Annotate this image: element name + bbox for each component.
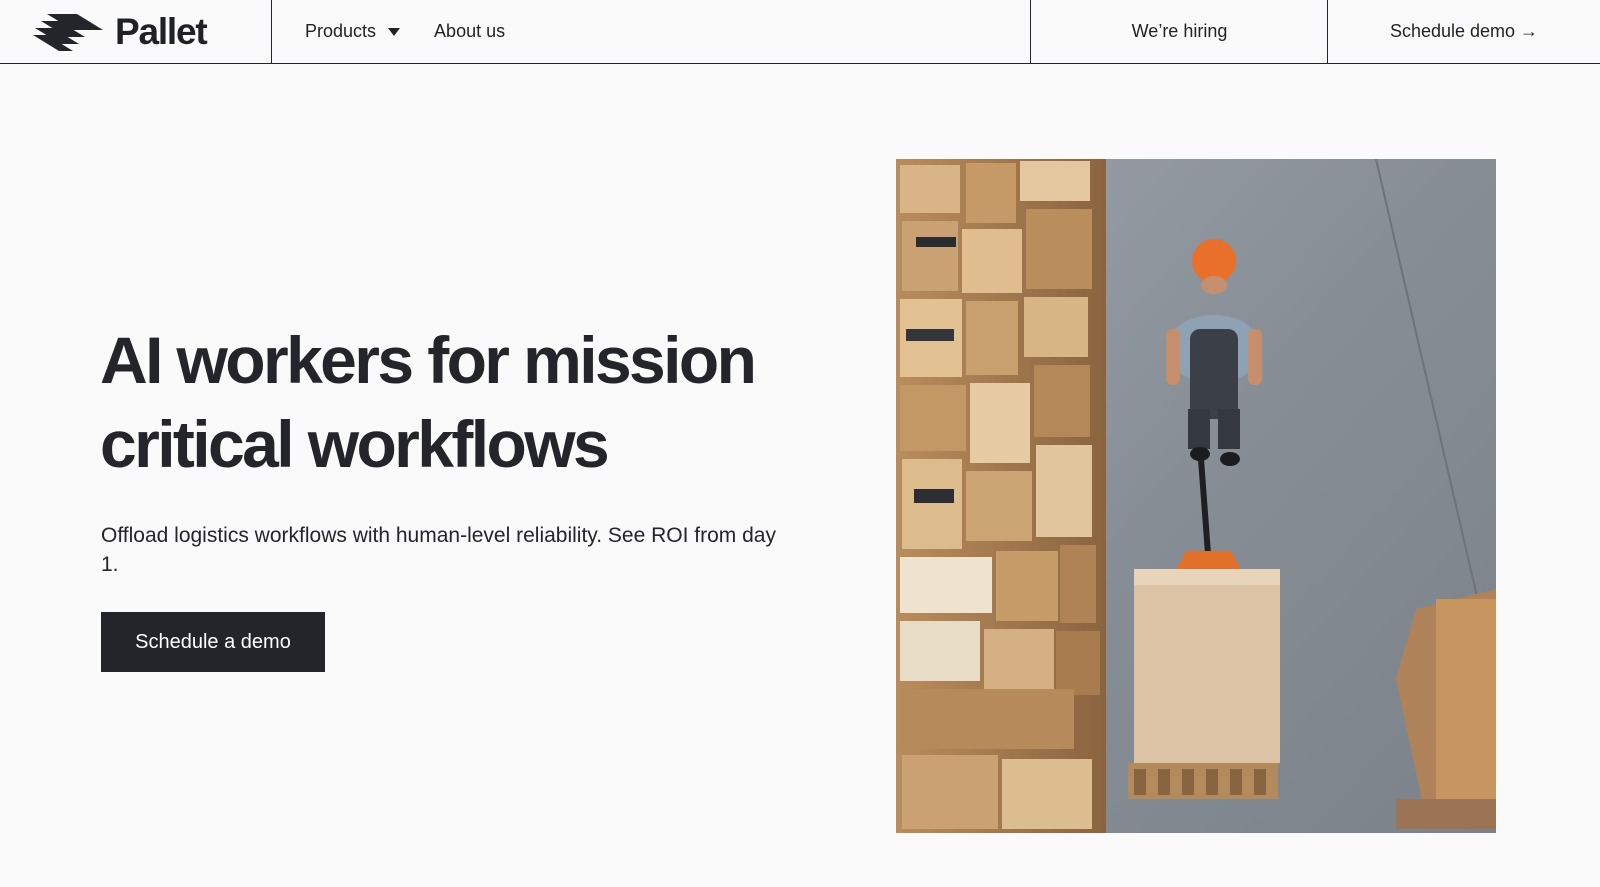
hero-subtitle: Offload logistics workflows with human-l… <box>101 524 776 576</box>
hero-title-line-1: AI workers for mission <box>100 323 757 397</box>
nav-products-dropdown[interactable]: Products <box>305 21 401 42</box>
nav-products-label: Products <box>305 21 377 41</box>
brand-logo-link[interactable]: Pallet <box>0 0 272 63</box>
hero-title-line-2: critical workflows <box>100 407 610 481</box>
warehouse-photo <box>896 159 1496 833</box>
nav-hiring-link[interactable]: We’re hiring <box>1030 0 1328 63</box>
nav-schedule-demo-link[interactable]: Schedule demo → <box>1327 0 1600 63</box>
primary-nav: Products About us <box>305 0 505 63</box>
caret-down-icon <box>388 27 401 36</box>
schedule-a-demo-button[interactable]: Schedule a demo <box>101 612 325 672</box>
hero-title: AI workers for mission critical workflow… <box>100 318 800 486</box>
top-navigation: Pallet Products About us We’re hiring Sc… <box>0 0 1600 64</box>
pallet-logo-icon <box>33 12 105 52</box>
nav-schedule-demo-label: Schedule demo <box>1389 21 1516 41</box>
nav-hiring-label: We’re hiring <box>1131 21 1228 41</box>
brand-name: Pallet <box>115 11 208 52</box>
nav-about-link[interactable]: About us <box>434 21 505 42</box>
arrow-right-icon: → <box>1520 21 1539 41</box>
